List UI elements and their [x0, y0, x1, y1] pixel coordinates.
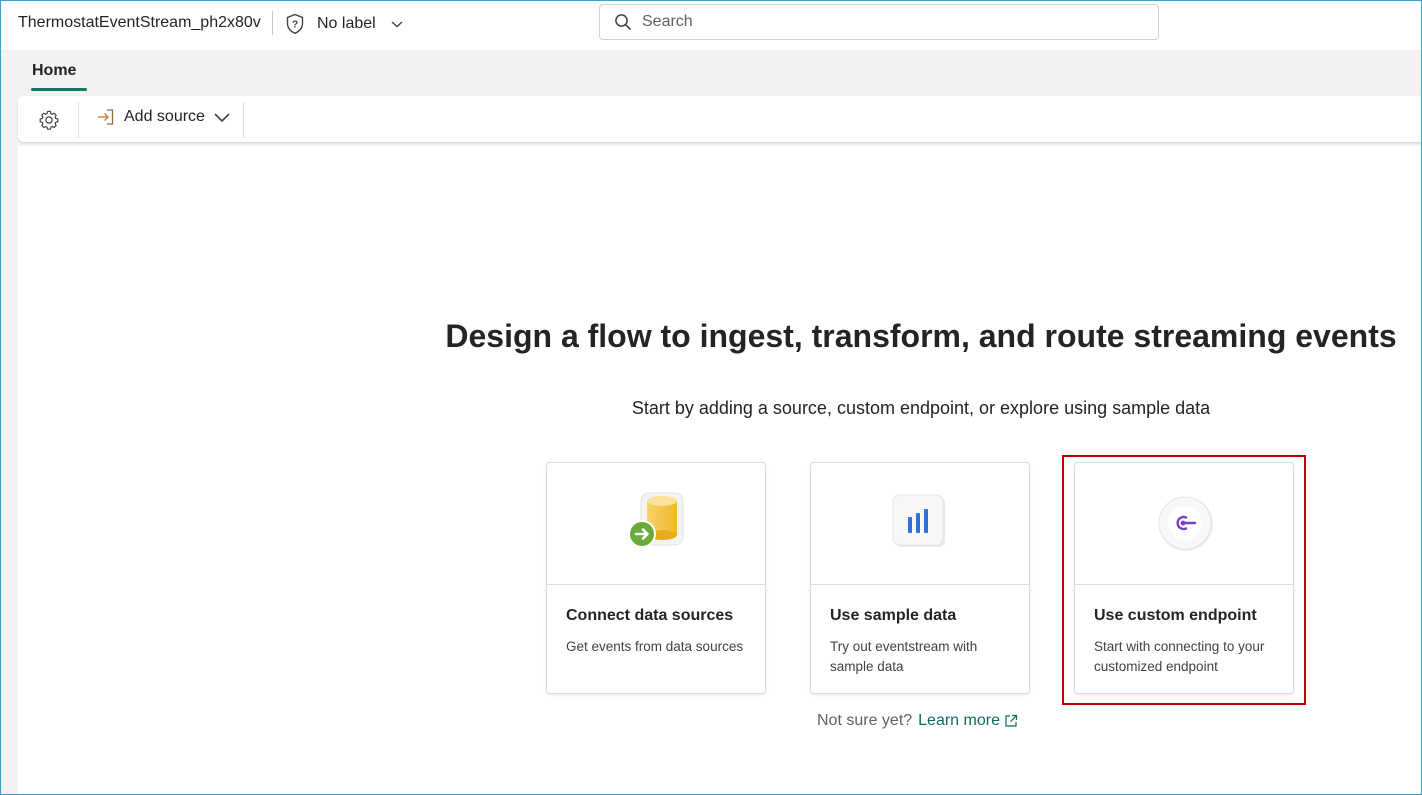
- tab-selected-indicator: [31, 88, 87, 91]
- connect-data-sources-card[interactable]: Connect data sources Get events from dat…: [546, 462, 766, 694]
- add-source-label: Add source: [124, 108, 205, 125]
- toolbar-divider: [78, 102, 79, 138]
- card-art: [811, 463, 1029, 585]
- gear-icon[interactable]: [38, 109, 60, 131]
- chevron-down-icon: [213, 111, 231, 123]
- card-title: Connect data sources: [566, 607, 734, 624]
- title-divider: [272, 11, 273, 35]
- card-title: Use sample data: [830, 607, 957, 624]
- ribbon-tabs: Home: [8, 52, 1422, 96]
- page-heading: Design a flow to ingest, transform, and …: [445, 318, 1397, 354]
- external-link-icon: [1004, 714, 1018, 728]
- search-icon: [614, 13, 632, 31]
- card-description: Try out eventstream with sample data: [830, 639, 978, 674]
- toolbar: Add source: [18, 96, 1422, 142]
- shield-icon: ?: [285, 13, 305, 35]
- top-bar: ThermostatEventStream_ph2x80v ? No label: [0, 0, 1422, 50]
- card-art: [547, 463, 765, 585]
- page-subheading: Start by adding a source, custom endpoin…: [631, 398, 1211, 418]
- card-art: [1075, 463, 1293, 585]
- card-title: Use custom endpoint: [1094, 607, 1257, 624]
- svg-text:?: ?: [292, 20, 298, 31]
- chevron-down-icon: [390, 19, 404, 29]
- search-input[interactable]: [640, 12, 1124, 32]
- use-sample-data-card[interactable]: Use sample data Try out eventstream with…: [810, 462, 1030, 694]
- add-source-button[interactable]: Add source: [96, 108, 231, 126]
- database-arrow-icon: [623, 489, 691, 558]
- bar-chart-icon: [891, 493, 951, 558]
- learn-more-label: Learn more: [918, 712, 1000, 729]
- toolbar-divider: [243, 102, 244, 138]
- card-description: Get events from data sources: [566, 639, 744, 654]
- search-box[interactable]: [599, 4, 1159, 40]
- help-row: Not sure yet? Learn more: [817, 712, 1018, 730]
- endpoint-icon: [1155, 493, 1215, 558]
- help-prompt: Not sure yet?: [817, 712, 913, 729]
- item-title[interactable]: ThermostatEventStream_ph2x80v: [18, 14, 261, 32]
- learn-more-link[interactable]: Learn more: [918, 712, 1018, 730]
- use-custom-endpoint-card[interactable]: Use custom endpoint Start with connectin…: [1074, 462, 1294, 694]
- sensitivity-label-text: No label: [317, 15, 376, 32]
- card-description: Start with connecting to your customized…: [1094, 639, 1265, 674]
- tab-home[interactable]: Home: [32, 62, 76, 80]
- sign-in-arrow-icon: [96, 108, 116, 126]
- sensitivity-label-dropdown[interactable]: ? No label: [285, 11, 404, 37]
